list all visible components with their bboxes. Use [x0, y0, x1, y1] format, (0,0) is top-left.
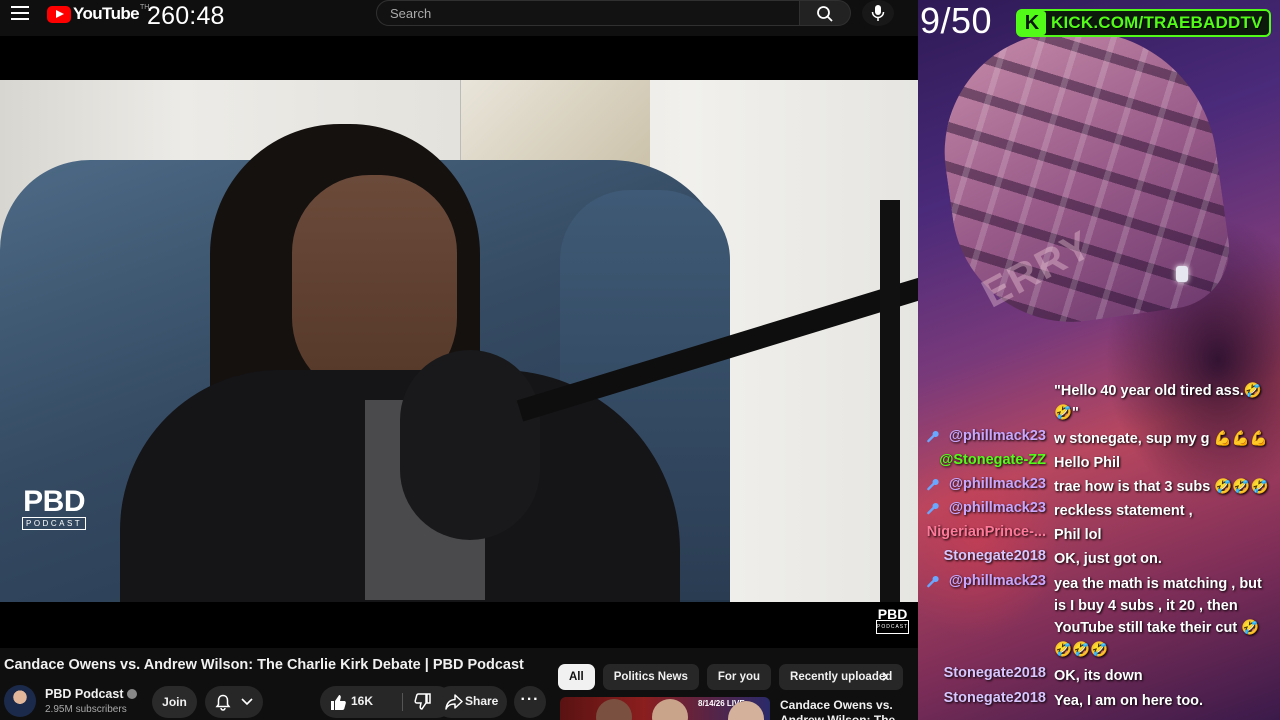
youtube-logo[interactable]: YouTube TH [47, 4, 149, 24]
chip-all[interactable]: All [558, 664, 595, 690]
video-frame [0, 80, 918, 602]
corner-logo-big: PBD [877, 606, 908, 622]
subscription-bell-button[interactable] [205, 686, 263, 718]
thumbs-down-icon [414, 693, 431, 710]
pbd-corner-logo: PBD PODCAST [876, 606, 910, 634]
chat-text: trae how is that 3 subs 🤣🤣🤣 [1054, 479, 1269, 495]
chip-for-you[interactable]: For you [706, 664, 772, 690]
share-icon [445, 694, 463, 710]
chat-text: Phil lol [1054, 527, 1102, 543]
filter-chips: All Politics News For you Recently uploa… [558, 664, 904, 690]
video-title: Candace Owens vs. Andrew Wilson: The Cha… [4, 657, 524, 673]
wrench-icon [927, 430, 939, 443]
share-button[interactable]: Share [435, 686, 507, 718]
podcast-microphone [400, 350, 540, 540]
like-divider [402, 693, 403, 711]
channel-avatar[interactable] [4, 685, 36, 717]
search-input[interactable] [377, 1, 799, 25]
watermark-small: PODCAST [22, 517, 87, 530]
chat-username: @phillmack23 [948, 476, 1046, 492]
chat-text: Yea, I am on here too. [1054, 693, 1204, 709]
kick-url: KICK.COM/TRAEBADDTV [1051, 13, 1263, 32]
chat-username: NigerianPrince-... [926, 524, 1046, 540]
like-dislike-group: 16K [320, 686, 453, 718]
thumb-face-1 [596, 699, 632, 720]
cap-text: ERRY [975, 222, 1100, 317]
wrench-icon [927, 575, 939, 588]
chat-text: w stonegate, sup my g 💪💪💪 [1054, 431, 1268, 447]
chat-text: Hello Phil [1054, 455, 1121, 471]
chat-username: @Stonegate-ZZ [939, 452, 1046, 468]
chat-text: yea the math is matching , but is I buy … [1054, 576, 1262, 658]
wrench-icon [927, 502, 939, 515]
chevron-down-icon [241, 698, 253, 706]
sub-goal-counter: 9/50 [920, 0, 993, 41]
thumbs-up-icon [331, 695, 346, 710]
chat-username: Stonegate2018 [943, 548, 1046, 564]
hamburger-menu-icon[interactable] [11, 6, 29, 20]
logo-text: YouTube [73, 4, 140, 23]
recommended-title[interactable]: Candace Owens vs. Andrew Wilson: The [780, 698, 910, 720]
chat-text: "Hello 40 year old tired ass.🤣🤣" [1054, 383, 1262, 421]
bell-icon [215, 694, 231, 711]
mic-stand [880, 200, 900, 602]
chat-username: @phillmack23 [948, 428, 1046, 444]
chat-text: OK, just got on. [1054, 551, 1162, 567]
share-label: Share [465, 694, 499, 708]
verified-icon [126, 689, 137, 699]
earring [1176, 266, 1188, 282]
channel-name-text: PBD Podcast [45, 687, 124, 701]
search-button[interactable] [800, 0, 851, 26]
chat-username: @phillmack23 [948, 573, 1046, 589]
like-count: 16K [351, 694, 374, 708]
chat-username: Stonegate2018 [943, 690, 1046, 706]
kick-logo-icon: K [1018, 11, 1046, 35]
kick-banner: K KICK.COM/TRAEBADDTV [1016, 9, 1271, 37]
chip-politics-news[interactable]: Politics News [602, 664, 699, 690]
stream-timer: 260:48 [147, 2, 225, 30]
chat-username: @phillmack23 [948, 500, 1046, 516]
join-button[interactable]: Join [152, 686, 197, 718]
voice-search-button[interactable] [862, 0, 894, 26]
chat-text: OK, its down [1054, 668, 1143, 684]
search-icon [817, 6, 833, 22]
chevron-right-icon[interactable]: › [872, 664, 898, 690]
like-button[interactable]: 16K [320, 686, 400, 718]
pbd-watermark: PBD PODCAST [22, 485, 87, 530]
top-bar: YouTube TH 260:48 [0, 0, 918, 36]
chat-text: reckless statement , [1054, 503, 1193, 519]
subscriber-count: 2.95M subscribers [45, 704, 127, 715]
watermark-big: PBD [23, 485, 85, 518]
channel-name[interactable]: PBD Podcast [45, 687, 137, 701]
play-logo-icon [47, 5, 71, 23]
search-box [376, 0, 800, 26]
corner-logo-small: PODCAST [876, 620, 910, 634]
video-player[interactable]: PBD PODCAST PBD PODCAST [0, 36, 918, 648]
wrench-icon [927, 478, 939, 491]
youtube-panel: YouTube TH 260:48 PBD PODCAST [0, 0, 918, 720]
plaid-cap: ERRY [929, 12, 1237, 338]
microphone-icon [871, 5, 885, 21]
thumb-face-2 [652, 699, 688, 720]
recommended-thumbnail[interactable]: 8/14/26 LIVE [560, 697, 770, 720]
more-actions-button[interactable]: ··· [514, 686, 546, 718]
chat-username: Stonegate2018 [943, 665, 1046, 681]
